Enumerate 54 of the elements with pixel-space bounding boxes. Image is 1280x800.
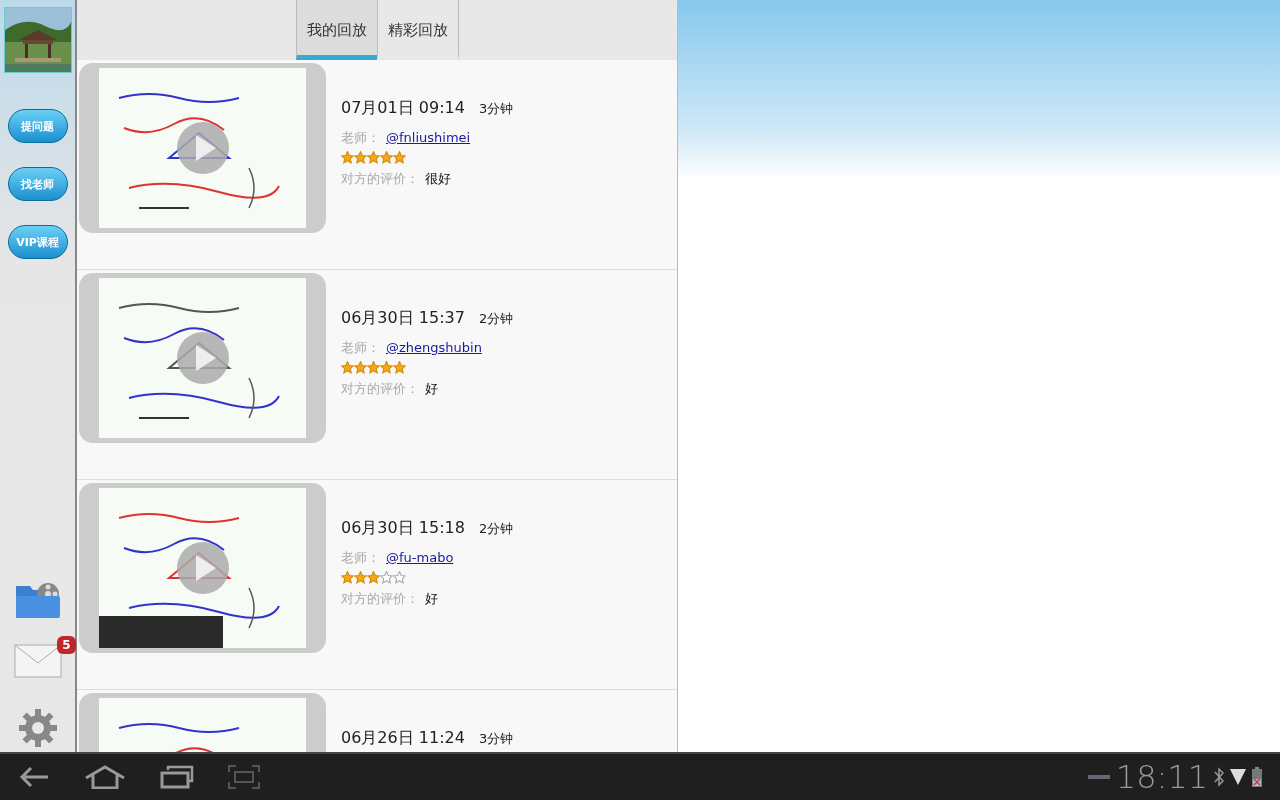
star-icon [341, 571, 354, 584]
recording-duration: 3分钟 [478, 730, 514, 748]
star-icon [354, 571, 367, 584]
teacher-label: 老师： [341, 339, 380, 357]
play-icon[interactable] [175, 331, 230, 385]
star-icon [393, 361, 406, 374]
rating-label: 对方的评价： [341, 170, 419, 188]
bluetooth-icon [1214, 767, 1224, 787]
star-icon [380, 361, 393, 374]
video-thumbnail[interactable] [79, 273, 326, 443]
video-thumbnail[interactable] [79, 63, 326, 233]
star-icon [367, 571, 380, 584]
video-folder-icon[interactable] [14, 580, 61, 620]
star-icon [393, 151, 406, 164]
recording-date: 06月30日 15:37 [341, 308, 465, 329]
teacher-link[interactable]: @fu-mabo [386, 550, 454, 565]
battery-icon [1252, 767, 1262, 787]
tab[interactable]: 我的回放 [295, 0, 377, 60]
star-icon [367, 361, 380, 374]
recording-duration: 2分钟 [478, 520, 514, 538]
notification-icon[interactable] [1087, 774, 1110, 780]
star-icon [341, 361, 354, 374]
teacher-link[interactable]: @fnliushimei [386, 130, 471, 145]
recording-duration: 2分钟 [478, 310, 514, 328]
video-thumbnail[interactable] [79, 483, 326, 653]
star-icon [341, 151, 354, 164]
rating-value: 好 [425, 380, 438, 398]
back-icon[interactable] [18, 765, 50, 789]
recording-date: 06月30日 15:18 [341, 518, 465, 539]
mail-icon[interactable] [13, 644, 62, 678]
tab[interactable]: 精彩回放 [376, 0, 459, 60]
rating-label: 对方的评价： [341, 590, 419, 608]
rating-value: 好 [425, 590, 438, 608]
star-icon [354, 151, 367, 164]
rating-value: 很好 [425, 170, 451, 188]
teacher-label: 老师： [341, 129, 380, 147]
recent-apps-icon[interactable] [160, 765, 194, 789]
wifi-icon [1230, 768, 1246, 786]
play-icon[interactable] [175, 541, 230, 595]
recording-duration: 3分钟 [478, 100, 514, 118]
star-icon [367, 151, 380, 164]
recording-date: 07月01日 09:14 [341, 98, 465, 119]
teacher-link[interactable]: @zhengshubin [386, 340, 482, 355]
clock: 18:11 [1115, 758, 1208, 796]
home-icon[interactable] [84, 765, 126, 789]
recording-date: 06月26日 11:24 [341, 728, 465, 749]
settings-icon[interactable] [17, 708, 58, 748]
star-icon [354, 361, 367, 374]
screenshot-icon[interactable] [228, 765, 260, 789]
star-icon [380, 151, 393, 164]
teacher-label: 老师： [341, 549, 380, 567]
play-icon[interactable] [175, 121, 230, 175]
rating-label: 对方的评价： [341, 380, 419, 398]
unread-count-badge: 5 [57, 636, 76, 654]
